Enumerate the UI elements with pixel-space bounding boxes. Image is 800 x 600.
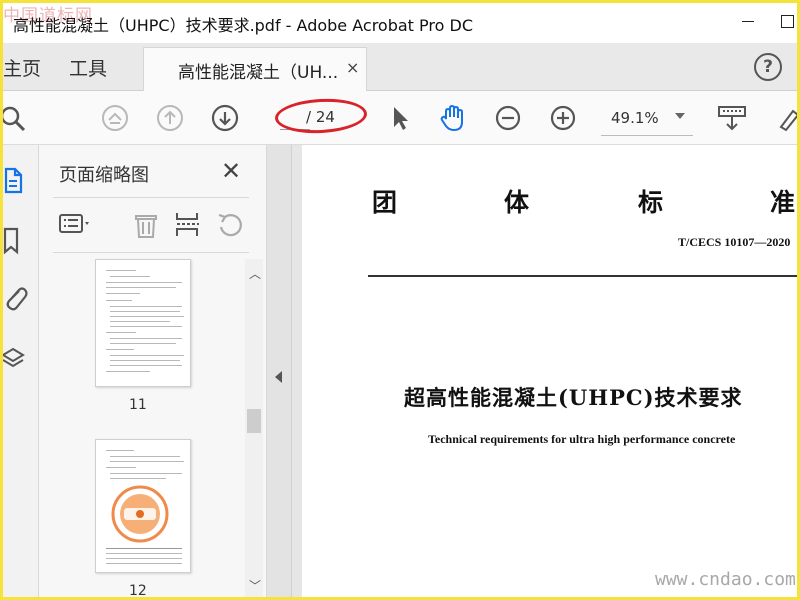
standard-header-char: 体 (504, 188, 530, 217)
page-thumbnail-11[interactable] (95, 259, 191, 387)
previous-page-icon[interactable] (155, 103, 185, 133)
header-rule (368, 275, 797, 277)
zoom-in-icon[interactable] (548, 103, 578, 133)
zoom-underline (601, 135, 693, 136)
zoom-level[interactable]: 49.1% (611, 109, 659, 127)
document-view[interactable]: 团 体 标 准 T/CECS 10107—2020 超高性能混凝土(UHPC)技… (292, 145, 797, 597)
chevron-up-icon[interactable]: ︿ (249, 265, 261, 282)
tab-document-label: 高性能混凝土（UH... (178, 63, 339, 83)
page-thumbnail-label: 12 (129, 583, 147, 597)
standard-header-char: 准 (770, 188, 796, 217)
standard-code: T/CECS 10107—2020 (678, 235, 791, 249)
next-page-icon[interactable] (210, 103, 240, 133)
chevron-down-icon[interactable] (675, 113, 685, 119)
stamp-seal-icon (111, 485, 169, 543)
scrolling-mode-icon[interactable] (717, 103, 747, 133)
standard-header-char: 标 (638, 188, 664, 217)
standard-header-char: 团 (372, 188, 398, 217)
site-watermark: www.cndao.com (655, 569, 796, 590)
rotate-page-icon[interactable] (213, 207, 247, 241)
thumbnail-options-icon[interactable] (57, 207, 91, 241)
page-thumbnails-panel: 页面缩略图 ✕ 11 12 ︿ ﹀ (39, 145, 267, 597)
tab-document[interactable]: 高性能混凝土（UH... × (143, 47, 367, 91)
window-title: 高性能混凝土（UHPC）技术要求.pdf - Adobe Acrobat Pro… (13, 16, 473, 35)
panel-divider (53, 197, 249, 198)
scrollbar-thumb[interactable] (247, 409, 261, 433)
page-thumbnails-icon[interactable] (3, 165, 33, 195)
page-thumbnail-12[interactable] (95, 439, 191, 573)
bookmark-icon[interactable] (3, 225, 33, 255)
tab-tools[interactable]: 工具 (69, 54, 107, 81)
layers-icon[interactable] (3, 343, 33, 373)
panel-divider (53, 252, 249, 253)
hand-tool-icon[interactable] (437, 103, 467, 133)
collapse-panel-icon[interactable] (275, 371, 282, 383)
help-icon[interactable]: ? (754, 53, 782, 81)
panel-close-button[interactable]: ✕ (221, 157, 241, 185)
panel-title: 页面缩略图 (59, 165, 149, 186)
page-thumbnail-label: 11 (129, 397, 147, 413)
document-page: 团 体 标 准 T/CECS 10107—2020 超高性能混凝土(UHPC)技… (302, 145, 797, 597)
maximize-button[interactable] (777, 11, 797, 31)
zoom-out-icon[interactable] (493, 103, 523, 133)
pen-icon[interactable] (773, 103, 797, 133)
navigation-rail (3, 145, 39, 597)
toolbar: / 24 49.1% (3, 91, 797, 145)
thumbnail-scrollbar[interactable]: ︿ ﹀ (245, 259, 263, 597)
delete-page-icon[interactable] (129, 207, 163, 241)
select-cursor-icon[interactable] (385, 103, 415, 133)
document-title-chinese: 超高性能混凝土(UHPC)技术要求 (404, 385, 743, 410)
minimize-button[interactable] (738, 11, 758, 31)
tab-home[interactable]: 主页 (3, 54, 41, 81)
attachment-icon[interactable] (3, 283, 33, 313)
panel-splitter[interactable] (267, 145, 292, 597)
title-bar: 中国道标网 高性能混凝土（UHPC）技术要求.pdf - Adobe Acrob… (3, 3, 797, 43)
search-icon[interactable] (3, 103, 27, 133)
tab-close-button[interactable]: × (346, 58, 359, 77)
insert-page-icon[interactable] (171, 207, 205, 241)
first-page-icon[interactable] (100, 103, 130, 133)
tab-bar: 主页 工具 高性能混凝土（UH... × ? (3, 43, 797, 91)
acrobat-window: 中国道标网 高性能混凝土（UHPC）技术要求.pdf - Adobe Acrob… (3, 3, 797, 597)
chevron-down-icon[interactable]: ﹀ (249, 577, 261, 594)
document-title-english: Technical requirements for ultra high pe… (428, 432, 736, 446)
